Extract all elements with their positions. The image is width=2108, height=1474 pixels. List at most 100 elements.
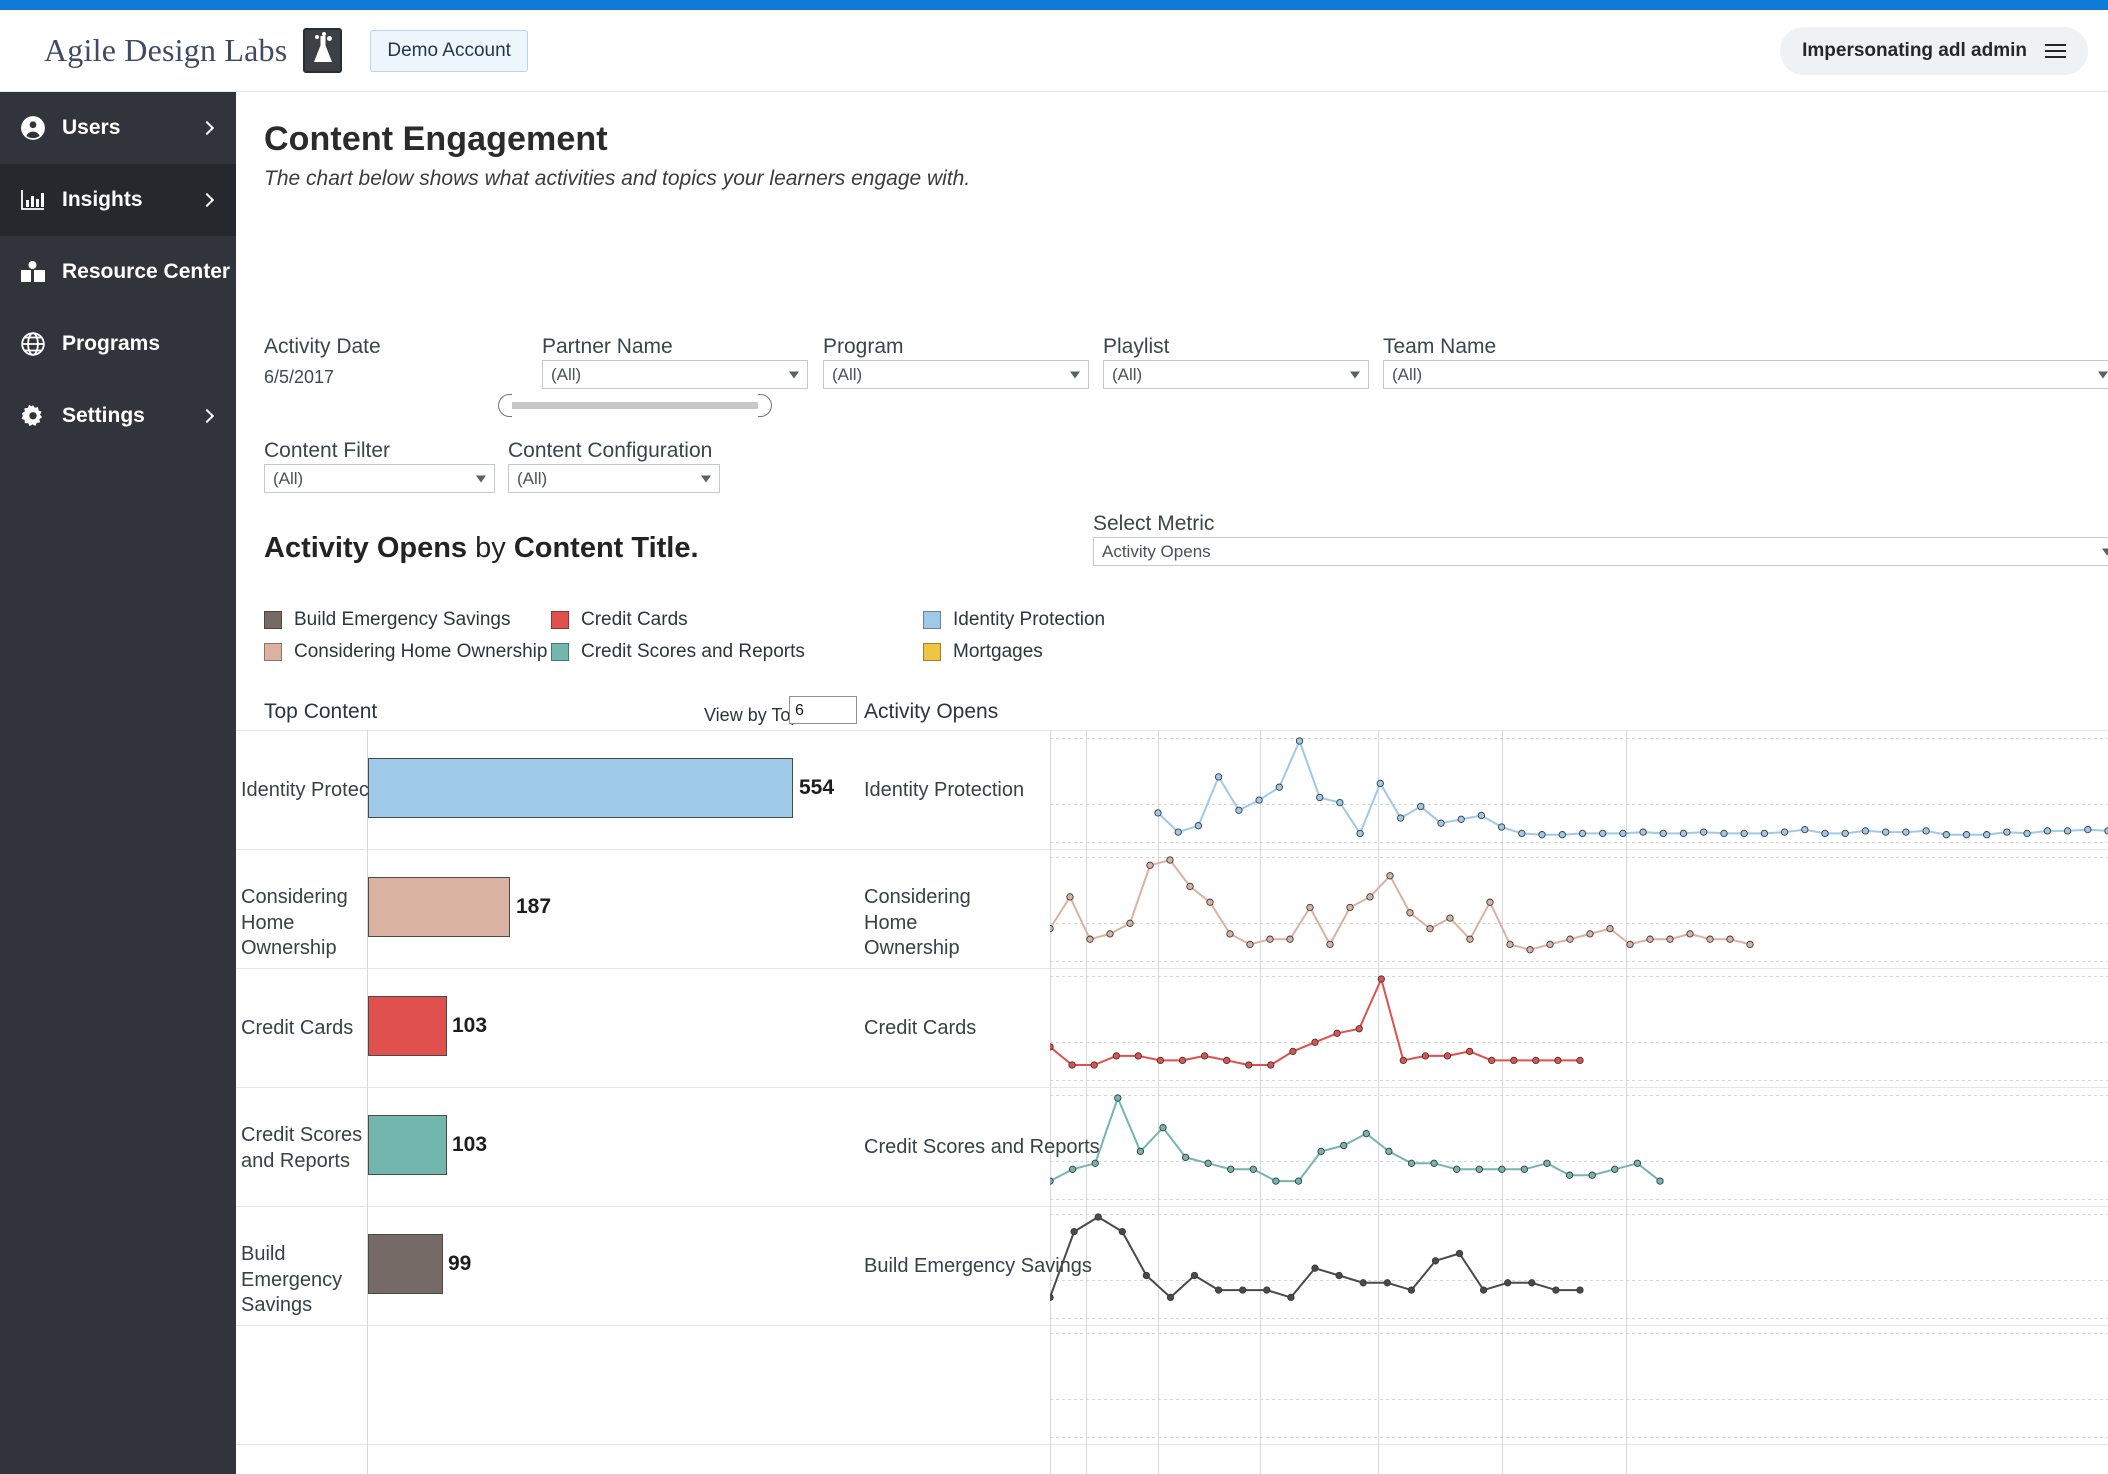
legend-label: Credit Scores and Reports bbox=[581, 641, 805, 662]
hamburger-icon[interactable] bbox=[2045, 43, 2066, 58]
sidebar-item-label: Programs bbox=[62, 332, 161, 355]
chevron-down-icon bbox=[2102, 548, 2108, 555]
chevron-down-icon bbox=[701, 475, 711, 482]
chevron-down-icon bbox=[1070, 371, 1080, 378]
content-filter-select[interactable]: (All) bbox=[264, 464, 495, 493]
team-name-label: Team Name bbox=[1383, 335, 1497, 358]
sidebar-item-settings[interactable]: Settings bbox=[0, 380, 236, 452]
sidebar-item-label: Settings bbox=[62, 404, 145, 427]
legend-label: Credit Cards bbox=[581, 609, 688, 630]
chevron-down-icon bbox=[476, 475, 486, 482]
sparkline-chart[interactable] bbox=[1050, 852, 2108, 965]
top-content-header: Top Content bbox=[264, 700, 378, 723]
globe-icon bbox=[18, 331, 48, 357]
legend-item[interactable]: Credit Scores and Reports bbox=[551, 639, 805, 665]
select-metric-select[interactable]: Activity Opens bbox=[1093, 537, 2108, 566]
partner-name-select[interactable]: (All) bbox=[542, 360, 808, 389]
sparkline-row-label: Credit Cards bbox=[864, 1017, 977, 1039]
content-filter-label: Content Filter bbox=[264, 439, 391, 462]
activity-date-label: Activity Date bbox=[264, 335, 381, 358]
partner-name-value: (All) bbox=[551, 364, 582, 384]
activity-opens-header: Activity Opens bbox=[864, 700, 999, 723]
book-reader-icon bbox=[18, 260, 48, 284]
bar-value: 99 bbox=[448, 1252, 472, 1275]
chart-heading-metric: Activity Opens bbox=[264, 532, 468, 564]
sidebar-item-programs[interactable]: Programs bbox=[0, 308, 236, 380]
bar[interactable] bbox=[368, 758, 793, 818]
chevron-down-icon bbox=[1350, 371, 1360, 378]
playlist-value: (All) bbox=[1112, 364, 1143, 384]
chart-heading-dimension: Content Title. bbox=[513, 532, 699, 564]
legend-label: Mortgages bbox=[953, 641, 1043, 662]
sparkline-row-label: Identity Protection bbox=[864, 779, 1025, 801]
view-by-top-input[interactable]: 6 bbox=[789, 696, 857, 724]
playlist-select[interactable]: (All) bbox=[1103, 360, 1369, 389]
chevron-down-icon bbox=[2098, 371, 2108, 378]
sparkline-chart[interactable] bbox=[1050, 1090, 2108, 1203]
bar-value: 103 bbox=[452, 1133, 488, 1156]
sidebar-item-label: Users bbox=[62, 116, 121, 139]
activity-date-slider-handle-end[interactable] bbox=[758, 394, 772, 417]
content-configuration-label: Content Configuration bbox=[508, 439, 713, 462]
demo-account-badge[interactable]: Demo Account bbox=[370, 29, 528, 72]
bar-row-label: Credit Cards bbox=[241, 1017, 354, 1039]
brand[interactable]: Agile Design Labs Demo Account bbox=[44, 28, 528, 73]
legend-item[interactable]: Mortgages bbox=[923, 639, 1105, 665]
bar-chart-icon bbox=[18, 188, 48, 212]
main-content: Content Engagement The chart below shows… bbox=[236, 92, 2108, 1474]
legend-swatch bbox=[551, 643, 569, 661]
legend-item[interactable]: Identity Protection bbox=[923, 607, 1105, 633]
playlist-label: Playlist bbox=[1103, 335, 1170, 358]
program-select[interactable]: (All) bbox=[823, 360, 1089, 389]
bar[interactable] bbox=[368, 877, 510, 937]
team-name-value: (All) bbox=[1392, 364, 1423, 384]
content-configuration-value: (All) bbox=[517, 468, 548, 488]
program-label: Program bbox=[823, 335, 904, 358]
brand-name: Agile Design Labs bbox=[44, 32, 288, 68]
bar-row-label: Credit Scores and Reports bbox=[241, 1124, 363, 1172]
user-circle-icon bbox=[18, 115, 48, 141]
sidebar-item-label: Insights bbox=[62, 188, 143, 211]
page-subtitle: The chart below shows what activities an… bbox=[264, 167, 971, 190]
chart-heading: Activity Opens by Content Title. bbox=[264, 532, 699, 565]
content-configuration-select[interactable]: (All) bbox=[508, 464, 720, 493]
sidebar: Users Insights Resource Center Programs … bbox=[0, 92, 236, 1474]
sparkline-row-label: Considering Home Ownership bbox=[864, 886, 971, 960]
sidebar-item-insights[interactable]: Insights bbox=[0, 164, 236, 236]
legend-item[interactable]: Credit Cards bbox=[551, 607, 805, 633]
sidebar-item-users[interactable]: Users bbox=[0, 92, 236, 164]
sparkline-chart[interactable] bbox=[1050, 733, 2108, 846]
bar-value: 103 bbox=[452, 1014, 488, 1037]
team-name-select[interactable]: (All) bbox=[1383, 360, 2108, 389]
activity-date-start: 6/5/2017 bbox=[264, 367, 335, 387]
bar-value: 187 bbox=[516, 895, 552, 918]
bar-value: 554 bbox=[799, 776, 835, 799]
partner-name-label: Partner Name bbox=[542, 335, 673, 358]
sparkline-chart[interactable] bbox=[1050, 971, 2108, 1084]
legend-item[interactable]: Build Emergency Savings bbox=[264, 607, 547, 633]
legend-swatch bbox=[264, 611, 282, 629]
content-filter-value: (All) bbox=[273, 468, 304, 488]
chevron-right-icon bbox=[199, 192, 215, 208]
sparkline-chart[interactable] bbox=[1050, 1209, 2108, 1322]
sidebar-item-resource-center[interactable]: Resource Center bbox=[0, 236, 236, 308]
legend-swatch bbox=[551, 611, 569, 629]
page-title: Content Engagement bbox=[264, 120, 608, 158]
bar[interactable] bbox=[368, 996, 447, 1056]
bar-row-label: Build Emergency Savings bbox=[241, 1243, 343, 1317]
chevron-right-icon bbox=[199, 408, 215, 424]
legend-label: Identity Protection bbox=[953, 609, 1106, 630]
bar[interactable] bbox=[368, 1234, 443, 1294]
chart-heading-connector: by bbox=[467, 532, 514, 564]
flask-icon bbox=[303, 28, 343, 73]
bar[interactable] bbox=[368, 1115, 447, 1175]
legend-swatch bbox=[923, 611, 941, 629]
activity-date-slider-track[interactable] bbox=[504, 402, 758, 409]
app-header: Agile Design Labs Demo Account Impersona… bbox=[0, 10, 2108, 92]
chevron-right-icon bbox=[199, 120, 215, 136]
legend-swatch bbox=[264, 643, 282, 661]
impersonation-menu-button[interactable]: Impersonating adl admin bbox=[1780, 26, 2088, 75]
select-metric-label: Select Metric bbox=[1093, 512, 1215, 535]
activity-date-slider-handle-start[interactable] bbox=[498, 394, 512, 417]
legend-item[interactable]: Considering Home Ownership bbox=[264, 639, 547, 665]
